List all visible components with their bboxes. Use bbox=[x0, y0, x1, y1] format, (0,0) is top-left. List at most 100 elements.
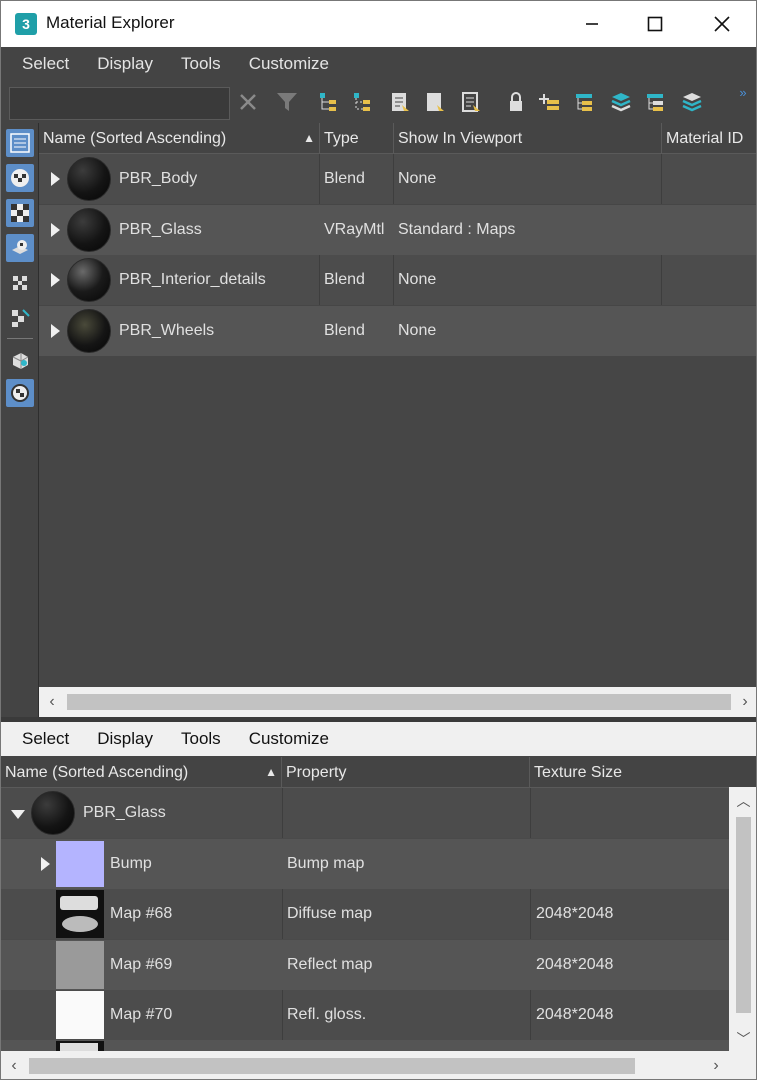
collapse-icon[interactable] bbox=[11, 810, 25, 819]
menu-select[interactable]: Select bbox=[22, 729, 69, 749]
column-separator bbox=[282, 889, 283, 939]
table-row[interactable]: Bump Bump map bbox=[1, 839, 729, 889]
hierarchy-icon bbox=[320, 93, 336, 111]
table-row[interactable]: PBR_Body Blend None bbox=[39, 154, 756, 204]
map-texture-size: 2048*2048 bbox=[536, 1006, 614, 1023]
expand-icon[interactable] bbox=[51, 223, 60, 237]
table-row[interactable]: Map #70 Refl. gloss. 2048*2048 bbox=[1, 990, 729, 1040]
menu-tools[interactable]: Tools bbox=[181, 54, 221, 74]
material-viewport[interactable]: None bbox=[398, 154, 436, 204]
column-header-type[interactable]: Type bbox=[320, 123, 394, 154]
lock-button[interactable] bbox=[504, 89, 528, 115]
table-row[interactable]: PBR_Glass bbox=[1, 788, 729, 838]
display-materials-button[interactable] bbox=[6, 129, 34, 157]
table-row[interactable]: Map #69 Reflect map 2048*2048 bbox=[1, 940, 729, 990]
menu-display[interactable]: Display bbox=[97, 729, 153, 749]
title-bar[interactable]: 3 Material Explorer bbox=[1, 1, 756, 47]
display-object-cube-button[interactable] bbox=[6, 346, 34, 374]
bottom-vertical-scrollbar[interactable]: ︿ ﹀ bbox=[729, 787, 756, 1053]
minimize-icon bbox=[586, 23, 598, 25]
lock-icon bbox=[510, 92, 522, 111]
minimize-button[interactable] bbox=[559, 1, 625, 47]
material-thumbnail bbox=[31, 791, 75, 835]
checker-sphere-icon bbox=[11, 169, 29, 187]
close-button[interactable] bbox=[689, 1, 755, 47]
add-layer-icon bbox=[539, 94, 559, 110]
menu-select[interactable]: Select bbox=[22, 54, 69, 74]
expand-icon[interactable] bbox=[41, 857, 50, 871]
hierarchy-button-1[interactable] bbox=[317, 89, 341, 115]
map-grid: Name (Sorted Ascending) ▲ Property Textu… bbox=[1, 757, 729, 1053]
filter-icon bbox=[277, 93, 297, 111]
table-row[interactable]: PBR_Interior_details Blend None bbox=[39, 255, 756, 305]
map-name: Map #69 bbox=[110, 956, 173, 973]
material-viewport[interactable]: Standard : Maps bbox=[398, 205, 515, 255]
display-sphere-button[interactable] bbox=[6, 379, 34, 407]
top-horizontal-scrollbar[interactable]: ‹ › bbox=[39, 687, 756, 717]
list-view-icon bbox=[10, 133, 30, 153]
scrollbar-thumb[interactable] bbox=[29, 1058, 635, 1074]
table-row[interactable]: PBR_Glass VRayMtl Standard : Maps bbox=[39, 205, 756, 255]
table-row[interactable]: PBR_Wheels Blend None bbox=[39, 306, 756, 356]
scrollbar-thumb[interactable] bbox=[67, 694, 731, 710]
menu-display[interactable]: Display bbox=[97, 54, 153, 74]
column-separator bbox=[661, 154, 662, 204]
add-layer-button[interactable] bbox=[538, 89, 562, 115]
map-name: Map #68 bbox=[110, 905, 173, 922]
scroll-up-icon[interactable]: ︿ bbox=[729, 787, 756, 815]
column-separator bbox=[393, 255, 394, 305]
map-name: Map #70 bbox=[110, 1006, 173, 1023]
expand-icon[interactable] bbox=[51, 172, 60, 186]
material-thumbnail bbox=[67, 208, 111, 252]
display-sub-materials-button[interactable] bbox=[6, 269, 34, 297]
list-button-3[interactable] bbox=[459, 89, 483, 115]
column-header-property[interactable]: Property bbox=[282, 757, 530, 788]
column-header-material-id[interactable]: Material ID bbox=[662, 123, 756, 154]
layer-tree-button-2[interactable] bbox=[644, 89, 668, 115]
scroll-left-icon[interactable]: ‹ bbox=[1, 1051, 27, 1079]
hierarchy-button-2[interactable] bbox=[351, 89, 375, 115]
maximize-button[interactable] bbox=[622, 1, 688, 47]
search-input[interactable] bbox=[9, 87, 230, 120]
material-viewport[interactable]: None bbox=[398, 255, 436, 305]
column-header-name[interactable]: Name (Sorted Ascending) ▲ bbox=[39, 123, 320, 154]
layer-tree-icon bbox=[576, 94, 592, 111]
map-name: Bump bbox=[110, 855, 152, 872]
layers-button[interactable] bbox=[680, 89, 704, 115]
material-name: PBR_Glass bbox=[83, 804, 166, 821]
menu-tools[interactable]: Tools bbox=[181, 729, 221, 749]
display-objects-button[interactable] bbox=[6, 234, 34, 262]
scroll-left-icon[interactable]: ‹ bbox=[39, 687, 65, 717]
layer-tree-button[interactable] bbox=[573, 89, 597, 115]
list-button-1[interactable] bbox=[388, 89, 412, 115]
scroll-right-icon[interactable]: › bbox=[703, 1051, 729, 1079]
chevron-more-icon[interactable]: » bbox=[733, 83, 753, 101]
filter-button[interactable] bbox=[275, 89, 299, 115]
material-grid: Name (Sorted Ascending) ▲ Type Show In V… bbox=[39, 123, 756, 689]
expand-icon[interactable] bbox=[51, 273, 60, 287]
bottom-horizontal-scrollbar[interactable]: ‹ › bbox=[1, 1051, 756, 1079]
column-header-name[interactable]: Name (Sorted Ascending) ▲ bbox=[1, 757, 282, 788]
list-button-2[interactable] bbox=[423, 89, 447, 115]
expand-icon[interactable] bbox=[51, 324, 60, 338]
scroll-right-icon[interactable]: › bbox=[732, 687, 756, 717]
display-maps-button[interactable] bbox=[6, 164, 34, 192]
layer-tree-icon bbox=[647, 94, 663, 111]
menu-customize[interactable]: Customize bbox=[249, 729, 329, 749]
display-unused-maps-button[interactable] bbox=[6, 304, 34, 332]
layer-stack-button[interactable] bbox=[609, 89, 633, 115]
material-name: PBR_Wheels bbox=[119, 322, 215, 339]
material-viewport[interactable]: None bbox=[398, 306, 436, 356]
hierarchy-icon bbox=[354, 93, 370, 111]
bottom-menu-bar: Select Display Tools Customize bbox=[1, 722, 756, 756]
scroll-down-icon[interactable]: ﹀ bbox=[729, 1025, 756, 1053]
column-separator bbox=[530, 889, 531, 939]
close-icon bbox=[714, 16, 730, 32]
display-checker-button[interactable] bbox=[6, 199, 34, 227]
column-header-texture-size[interactable]: Texture Size bbox=[530, 757, 729, 788]
menu-customize[interactable]: Customize bbox=[249, 54, 329, 74]
column-header-show-in-viewport[interactable]: Show In Viewport bbox=[394, 123, 662, 154]
clear-search-button[interactable] bbox=[236, 89, 260, 115]
scrollbar-thumb[interactable] bbox=[736, 817, 751, 1013]
table-row[interactable]: Map #68 Diffuse map 2048*2048 bbox=[1, 889, 729, 939]
